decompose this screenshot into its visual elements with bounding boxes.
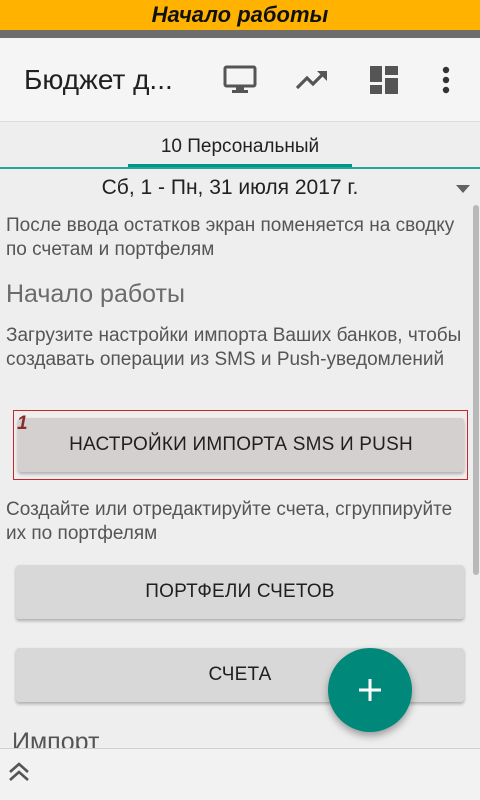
add-fab-button[interactable] (328, 648, 412, 732)
tutorial-step-number: 1 (17, 413, 28, 434)
plus-icon (359, 679, 381, 701)
bottom-bar (0, 748, 480, 800)
tab-indicator (128, 164, 352, 167)
app-title: Бюджет д... (24, 64, 173, 95)
banner-divider (0, 30, 480, 38)
tutorial-highlight-frame (13, 410, 468, 480)
account-portfolios-button[interactable]: ПОРТФЕЛИ СЧЕТОВ (16, 565, 464, 619)
import-hint-text: Загрузите настройки импорта Ваших банков… (6, 325, 462, 370)
dashboard-icon[interactable] (360, 58, 408, 102)
monitor-icon[interactable] (216, 58, 264, 102)
instruction-banner: Начало работы (0, 0, 480, 30)
date-range-text: Сб, 1 - Пн, 31 июля 2017 г. (101, 176, 359, 199)
banner-text: Начало работы (151, 2, 329, 27)
section-heading: Начало работы (6, 280, 185, 308)
intro-text: После ввода остатков экран поменяется на… (6, 215, 455, 260)
dropdown-arrow-icon[interactable] (456, 185, 470, 193)
tab-personal[interactable]: 10 Персональный (128, 136, 352, 158)
accounts-hint-text: Создайте или отредактируйте счета, сгруп… (6, 499, 453, 544)
more-vert-icon[interactable] (422, 58, 470, 102)
app-bar: Бюджет д... (0, 38, 480, 122)
date-range-selector[interactable]: Сб, 1 - Пн, 31 июля 2017 г. (0, 172, 480, 206)
trending-up-icon[interactable] (288, 58, 336, 102)
tab-bar: 10 Персональный (0, 122, 480, 169)
scrollbar[interactable] (473, 205, 479, 575)
collapse-up-icon[interactable] (6, 759, 32, 785)
